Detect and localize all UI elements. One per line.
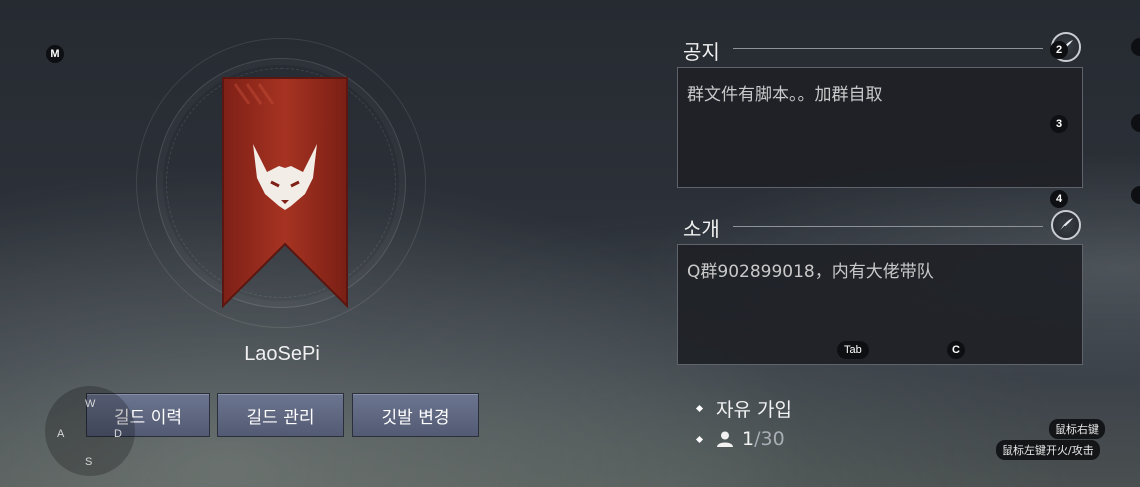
key-hint-m: M [46, 45, 64, 63]
key-hint-tab: Tab [837, 341, 869, 359]
bullet-icon [695, 404, 704, 413]
bullet-icon [695, 435, 704, 443]
guild-name: LaoSePi [244, 343, 320, 365]
intro-text: Q群902899018，内有大佬带队 [687, 262, 934, 282]
person-icon [717, 431, 733, 447]
join-type-row: 자유 가입 [695, 395, 792, 422]
guild-manage-button[interactable]: 길드 관리 [217, 393, 344, 437]
mouse-right-hint: 鼠标右键 [1049, 419, 1105, 439]
edit-intro-button[interactable] [1051, 210, 1081, 240]
key-s: S [85, 456, 93, 468]
member-max: /30 [754, 428, 785, 450]
member-count-row: 1 /30 [695, 428, 785, 450]
notice-divider [733, 48, 1043, 49]
mouse-left-hint: 鼠标左键开火/攻击 [996, 440, 1100, 460]
guild-banner-emblem [222, 77, 348, 309]
change-banner-button[interactable]: 깃발 변경 [352, 393, 479, 437]
intro-textbox[interactable]: Q群902899018，内有大佬带队 [677, 244, 1083, 365]
notice-textbox[interactable]: 群文件有脚本。。加群自取 [677, 67, 1083, 188]
notice-title: 공지 [683, 40, 720, 64]
key-w: W [85, 398, 96, 410]
key-d: D [114, 428, 122, 440]
intro-divider [733, 226, 1043, 227]
key-hint-2: 2 [1050, 41, 1068, 59]
key-hint-3: 3 [1050, 115, 1068, 133]
wasd-movement-overlay: W A D S [45, 386, 135, 476]
member-current: 1 [742, 428, 755, 450]
key-hint-4: 4 [1050, 190, 1068, 208]
edge-key-hint [1131, 186, 1140, 204]
key-a: A [57, 428, 65, 440]
quill-edit-icon [1058, 218, 1073, 233]
intro-title: 소개 [683, 217, 720, 241]
notice-text: 群文件有脚本。。加群自取 [687, 85, 883, 105]
join-type-label: 자유 가입 [716, 399, 792, 421]
key-hint-c: C [947, 341, 965, 359]
edge-key-hint [1131, 114, 1140, 132]
edge-key-hint [1131, 38, 1140, 56]
